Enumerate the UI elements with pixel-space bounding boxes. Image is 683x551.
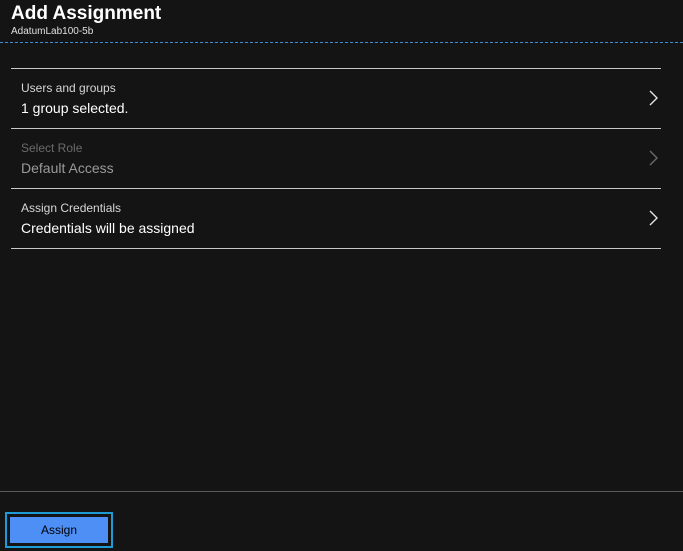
row-value: 1 group selected. <box>21 100 129 116</box>
blade-header: Add Assignment AdatumLab100-5b <box>0 0 683 43</box>
add-assignment-blade: Add Assignment AdatumLab100-5b Users and… <box>0 0 683 551</box>
assign-button-focus-outline: Assign <box>5 512 113 548</box>
chevron-right-icon <box>649 150 658 166</box>
blade-footer: Assign <box>0 491 683 551</box>
assign-button[interactable]: Assign <box>10 517 108 543</box>
row-label: Users and groups <box>21 81 116 95</box>
assign-credentials-row[interactable]: Assign Credentials Credentials will be a… <box>11 189 661 249</box>
users-and-groups-row[interactable]: Users and groups 1 group selected. <box>11 69 661 129</box>
page-subtitle: AdatumLab100-5b <box>11 26 94 37</box>
chevron-right-icon <box>649 90 658 106</box>
assignment-options-list: Users and groups 1 group selected. Selec… <box>11 68 661 249</box>
row-label: Assign Credentials <box>21 201 122 215</box>
row-value: Credentials will be assigned <box>21 220 195 236</box>
page-title: Add Assignment <box>11 3 162 24</box>
row-value: Default Access <box>21 160 114 176</box>
chevron-right-icon <box>649 210 658 226</box>
row-label: Select Role <box>21 141 83 155</box>
select-role-row[interactable]: Select Role Default Access <box>11 129 661 189</box>
